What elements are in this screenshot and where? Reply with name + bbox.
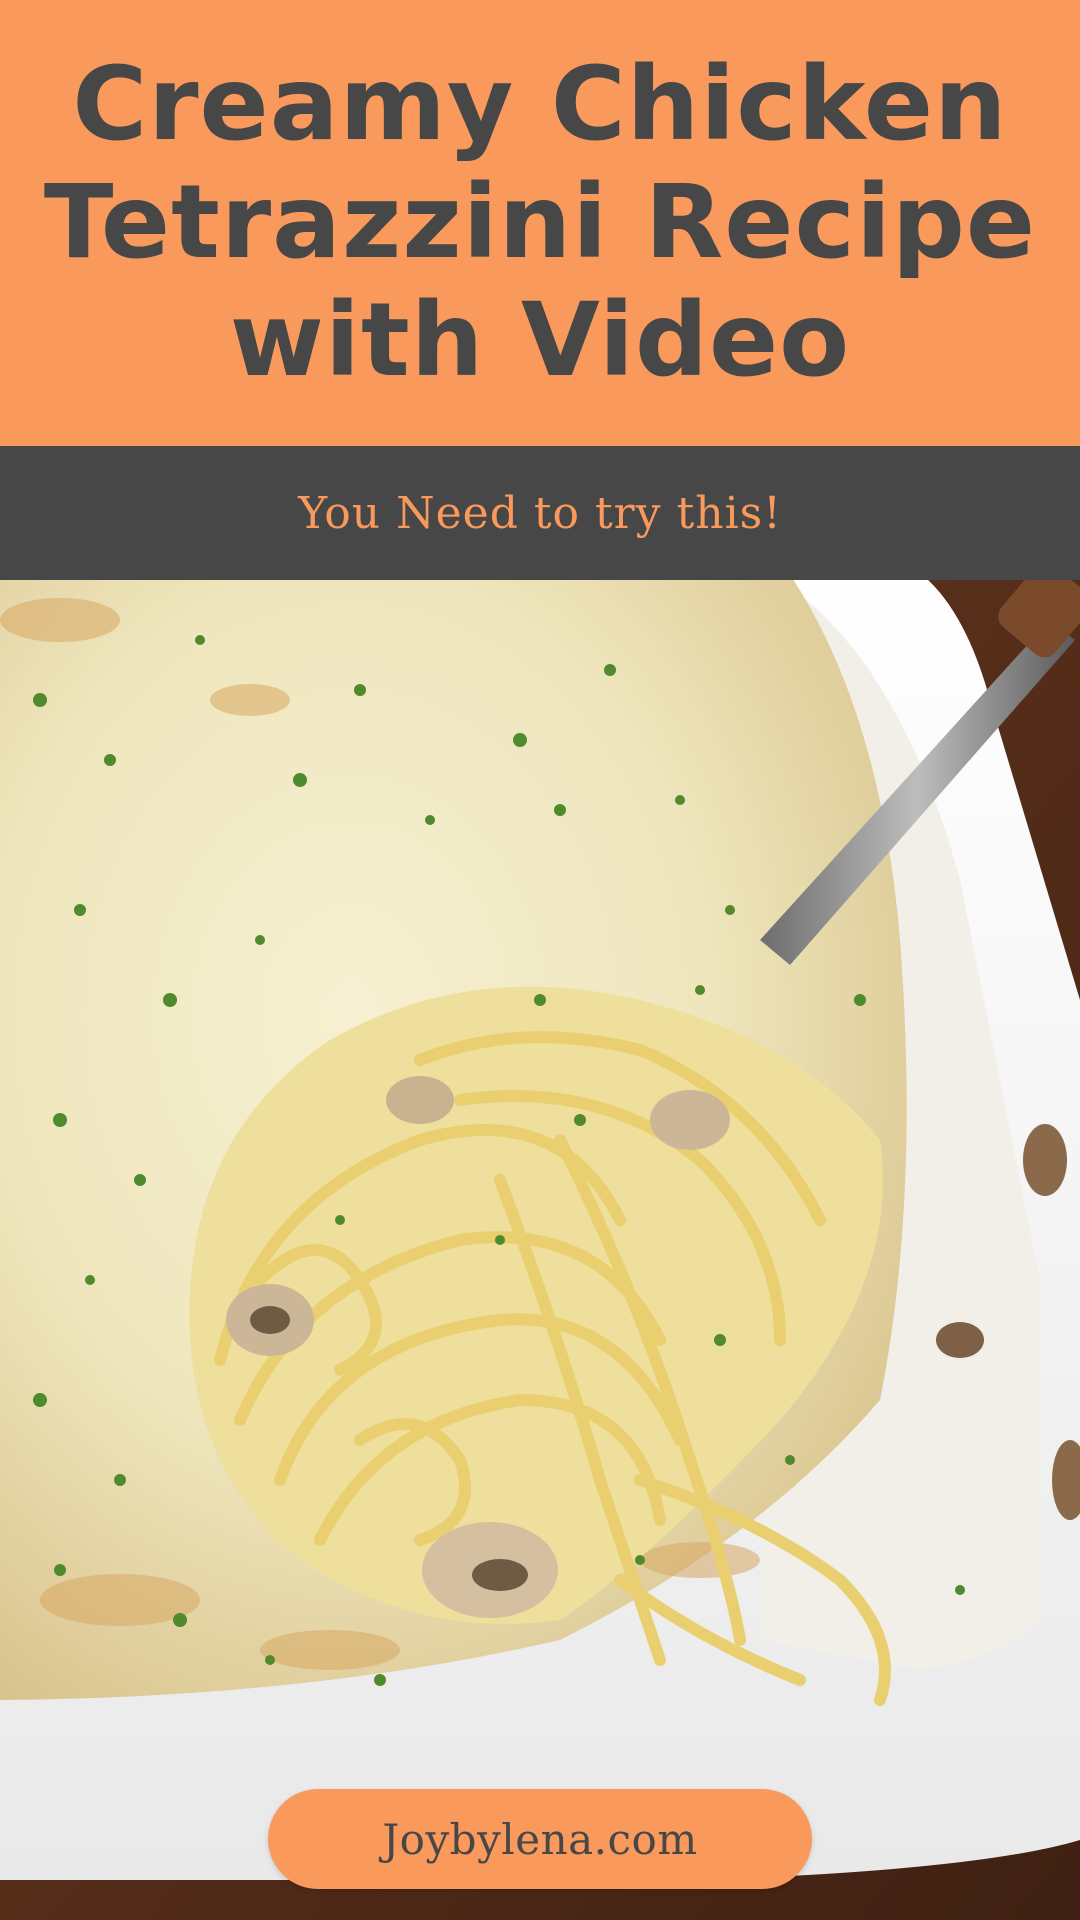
page-title: Creamy Chicken Tetrazzini Recipe with Vi… (43, 45, 1037, 400)
site-url-link[interactable]: Joybylena.com (382, 1815, 697, 1864)
title-banner: Creamy Chicken Tetrazzini Recipe with Vi… (0, 0, 1080, 446)
tetrazzini-dish-photo (0, 580, 1080, 1920)
site-badge[interactable]: Joybylena.com (268, 1789, 812, 1889)
subtitle-tagline: You Need to try this! (298, 487, 782, 539)
subtitle-band: You Need to try this! (0, 446, 1080, 580)
